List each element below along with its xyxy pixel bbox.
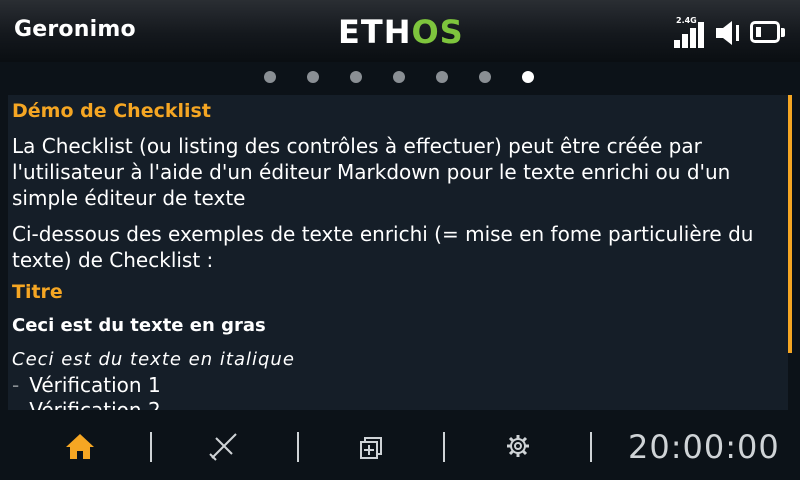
- bullet: -: [12, 373, 20, 397]
- timer-display[interactable]: 20:00:00: [628, 428, 780, 466]
- logo-text-eth: ETH: [338, 13, 412, 51]
- bullet: -: [12, 398, 20, 410]
- ethos-logo: ETHOS: [338, 12, 464, 52]
- italic-text: Ceci est du texte en italique: [12, 349, 295, 370]
- paragraph-line: La Checklist (ou listing des contrôles à…: [12, 134, 702, 158]
- bottom-nav-bar: 20:00:00: [0, 410, 800, 480]
- separator: [590, 432, 592, 462]
- signal-strength-icon: 2.4G: [674, 16, 710, 48]
- paragraph-line: texte) de Checklist :: [12, 248, 214, 272]
- model-icon[interactable]: [204, 426, 244, 466]
- signal-band-label: 2.4G: [676, 16, 697, 25]
- list-item-label: Vérification 2: [29, 398, 161, 410]
- page-dot-active[interactable]: [522, 71, 534, 83]
- paragraph-line: simple éditeur de texte: [12, 186, 246, 210]
- separator: [443, 432, 445, 462]
- volume-icon[interactable]: [714, 20, 742, 46]
- battery-icon[interactable]: [750, 21, 785, 43]
- page-dot[interactable]: [264, 71, 276, 83]
- separator: [150, 432, 152, 462]
- top-bar: Geronimo ETHOS 2.4G: [0, 0, 800, 62]
- home-icon[interactable]: [60, 426, 100, 466]
- list-item: - Vérification 2: [12, 397, 161, 410]
- separator: [297, 432, 299, 462]
- scrollbar[interactable]: [788, 95, 792, 353]
- bold-text: Ceci est du texte en gras: [12, 315, 266, 336]
- paragraph-line: Ci-dessous des exemples de texte enrichi…: [12, 222, 754, 246]
- page-indicator: [0, 62, 800, 92]
- page-dot[interactable]: [436, 71, 448, 83]
- checklist-title: Démo de Checklist: [12, 100, 211, 122]
- model-name[interactable]: Geronimo: [14, 17, 136, 42]
- page-dot[interactable]: [307, 71, 319, 83]
- system-icon[interactable]: [351, 426, 391, 466]
- page-dot[interactable]: [393, 71, 405, 83]
- logo-text-os: OS: [411, 13, 464, 51]
- list-item: - Vérification 1: [12, 372, 161, 398]
- page-dot[interactable]: [350, 71, 362, 83]
- list-item-label: Vérification 1: [29, 373, 161, 397]
- heading-text: Titre: [12, 281, 63, 303]
- checklist-panel[interactable]: Démo de Checklist La Checklist (ou listi…: [8, 95, 788, 410]
- settings-icon[interactable]: [498, 426, 538, 466]
- paragraph-line: l'utilisateur à l'aide d'un éditeur Mark…: [12, 160, 731, 184]
- page-dot[interactable]: [479, 71, 491, 83]
